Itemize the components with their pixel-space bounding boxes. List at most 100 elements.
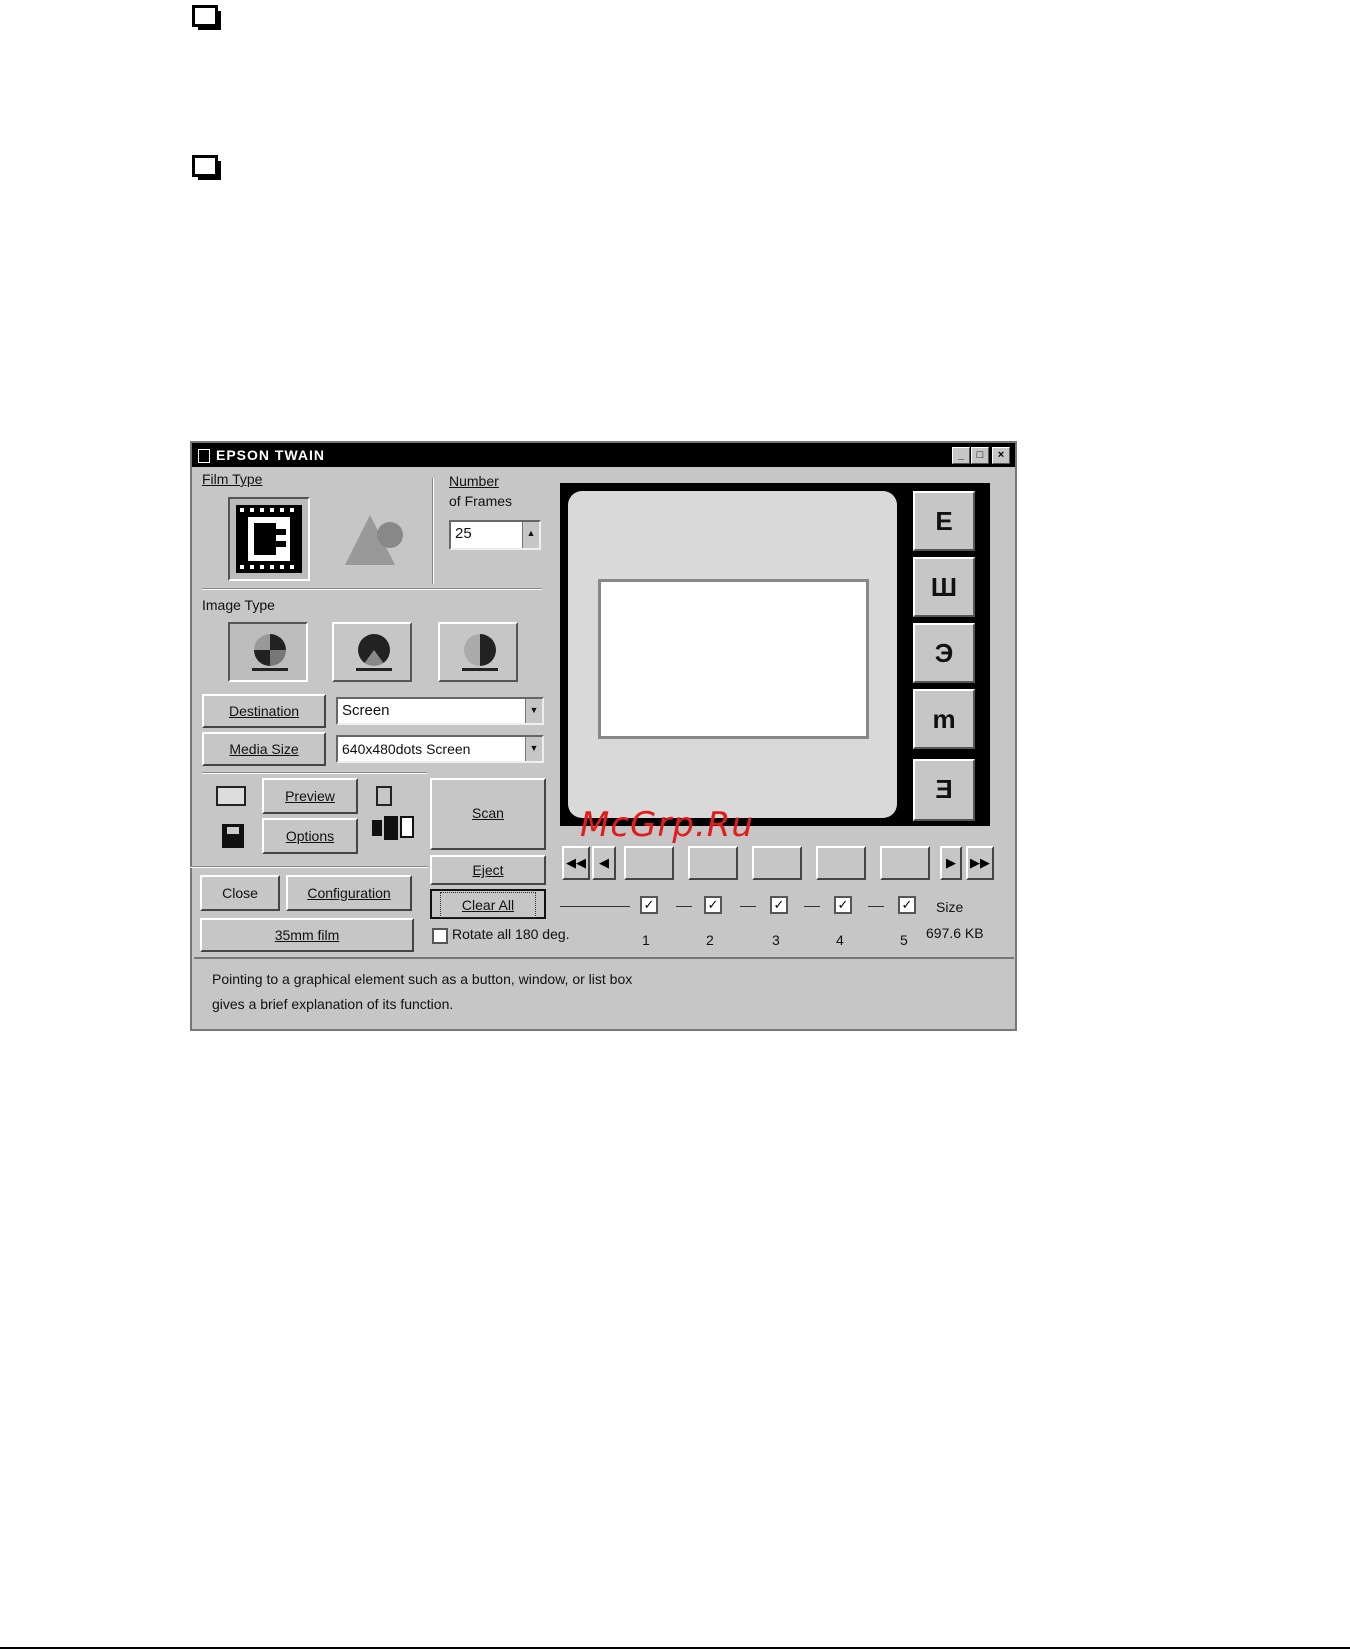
spinner-arrows-icon[interactable]: ▲▼	[522, 522, 539, 548]
media-size-select[interactable]: 640x480dots Screen ▼	[336, 735, 544, 763]
status-line-2: gives a brief explanation of its functio…	[212, 996, 454, 1012]
rotate-label: Rotate all 180 deg.	[452, 926, 570, 942]
minimize-button[interactable]: _	[952, 447, 970, 464]
bw-disc-icon	[464, 634, 496, 666]
image-type-gray-button[interactable]	[332, 622, 412, 682]
destination-button-label: Destination	[228, 703, 300, 719]
slide-mount	[568, 491, 897, 818]
page-bottom-rule	[0, 1647, 1350, 1649]
next-frame-button[interactable]: ▶	[940, 846, 962, 880]
first-frame-button[interactable]: ◀◀	[562, 846, 590, 880]
film-section-divider	[202, 588, 542, 590]
frame-line-3	[804, 906, 820, 907]
destination-select[interactable]: Screen ▼	[336, 697, 544, 725]
auto-exposure-tool-icon[interactable]: E	[913, 491, 975, 551]
destination-value: Screen	[342, 702, 390, 719]
checkbox-bullet-1	[192, 5, 221, 30]
film-negative-button[interactable]	[228, 497, 310, 581]
window-title: EPSON TWAIN	[216, 447, 326, 463]
frame-line-1	[676, 906, 692, 907]
maximize-button[interactable]: □	[971, 447, 989, 464]
preview-icon	[216, 786, 246, 806]
frame-number-4: 4	[836, 932, 844, 948]
frame-number-2: 2	[706, 932, 714, 948]
configuration-button[interactable]: Configuration	[286, 875, 412, 911]
clear-all-button[interactable]: Clear All	[430, 889, 546, 919]
media-section-divider	[202, 772, 427, 774]
frame-slot-1[interactable]	[624, 846, 674, 880]
film-type-label: Film Type	[202, 471, 263, 487]
number-of-frames-label-2: of Frames	[449, 493, 513, 509]
size-label: Size	[936, 899, 964, 915]
gray-disc-icon	[358, 634, 390, 666]
frame-checkbox-5[interactable]: ✓	[898, 896, 916, 914]
rotate-cycle-tool-icon[interactable]: Э	[913, 623, 975, 683]
frame-line-4	[868, 906, 884, 907]
frame-line-0	[560, 906, 630, 907]
frame-checkbox-3[interactable]: ✓	[770, 896, 788, 914]
preview-pane[interactable]	[560, 483, 905, 826]
close-button[interactable]: Close	[200, 875, 280, 911]
clear-all-button-label: Clear All	[440, 892, 536, 918]
frame-line-2	[740, 906, 756, 907]
frame-slot-5[interactable]	[880, 846, 930, 880]
color-disc-icon	[254, 634, 286, 666]
checkbox-bullet-2	[192, 155, 221, 180]
title-bar[interactable]: EPSON TWAIN _ □ ×	[192, 443, 1015, 467]
film-positive-icon[interactable]	[340, 510, 410, 570]
configuration-button-label: Configuration	[307, 885, 391, 901]
frames-value: 25	[455, 525, 472, 542]
close-window-button[interactable]: ×	[992, 447, 1010, 464]
number-of-frames-spinner[interactable]: 25 ▲▼	[449, 520, 541, 550]
flip-tool-icon[interactable]: Ǝ	[913, 759, 975, 821]
35mm-film-button[interactable]: 35mm film	[200, 918, 414, 952]
app-icon	[198, 449, 210, 463]
preview-button-label: Preview	[285, 788, 335, 804]
options-button-label: Options	[285, 828, 335, 844]
close-button-label: Close	[222, 885, 258, 901]
rotate-left-tool-icon[interactable]: Ш	[913, 557, 975, 617]
film-frames-divider	[432, 478, 434, 584]
size-value: 697.6 KB	[926, 925, 984, 941]
destination-button[interactable]: Destination	[202, 694, 326, 728]
media-size-button-label: Media Size	[229, 741, 299, 757]
frame-number-1: 1	[642, 932, 650, 948]
save-disk-icon	[222, 824, 244, 848]
status-bar: Pointing to a graphical element such as …	[194, 957, 1014, 1029]
eject-button[interactable]: Eject	[430, 855, 546, 885]
35mm-film-button-label: 35mm film	[274, 927, 340, 943]
status-line-1: Pointing to a graphical element such as …	[212, 971, 633, 987]
scan-button[interactable]: Scan	[430, 778, 546, 850]
tool-palette: E Ш Э m Ǝ	[905, 483, 990, 826]
last-frame-button[interactable]: ▶▶	[966, 846, 994, 880]
frame-checkbox-4[interactable]: ✓	[834, 896, 852, 914]
prev-frame-button[interactable]: ◀	[592, 846, 616, 880]
number-of-frames-label-1: Number	[449, 473, 499, 489]
chevron-down-icon[interactable]: ▼	[525, 699, 542, 723]
film-holder-icon	[372, 814, 416, 842]
rotate-right-tool-icon[interactable]: m	[913, 689, 975, 749]
lower-section-divider	[190, 866, 428, 868]
eject-button-label: Eject	[472, 862, 504, 878]
frame-slot-2[interactable]	[688, 846, 738, 880]
film-strip-icon	[236, 505, 302, 573]
preview-frame[interactable]	[598, 579, 869, 739]
frame-slot-4[interactable]	[816, 846, 866, 880]
frame-number-3: 3	[772, 932, 780, 948]
image-type-label: Image Type	[202, 597, 275, 613]
frame-checkbox-1[interactable]: ✓	[640, 896, 658, 914]
image-type-color-button[interactable]	[228, 622, 308, 682]
chevron-down-icon[interactable]: ▼	[525, 737, 542, 761]
media-size-value: 640x480dots Screen	[342, 741, 471, 757]
frame-number-5: 5	[900, 932, 908, 948]
rotate-checkbox[interactable]	[432, 928, 448, 944]
scanner-icon	[376, 786, 392, 806]
options-button[interactable]: Options	[262, 818, 358, 854]
media-size-button[interactable]: Media Size	[202, 732, 326, 766]
watermark: McGrp.Ru	[580, 805, 754, 845]
scan-button-label: Scan	[472, 805, 504, 821]
frame-checkbox-2[interactable]: ✓	[704, 896, 722, 914]
image-type-bw-button[interactable]	[438, 622, 518, 682]
frame-slot-3[interactable]	[752, 846, 802, 880]
preview-button[interactable]: Preview	[262, 778, 358, 814]
